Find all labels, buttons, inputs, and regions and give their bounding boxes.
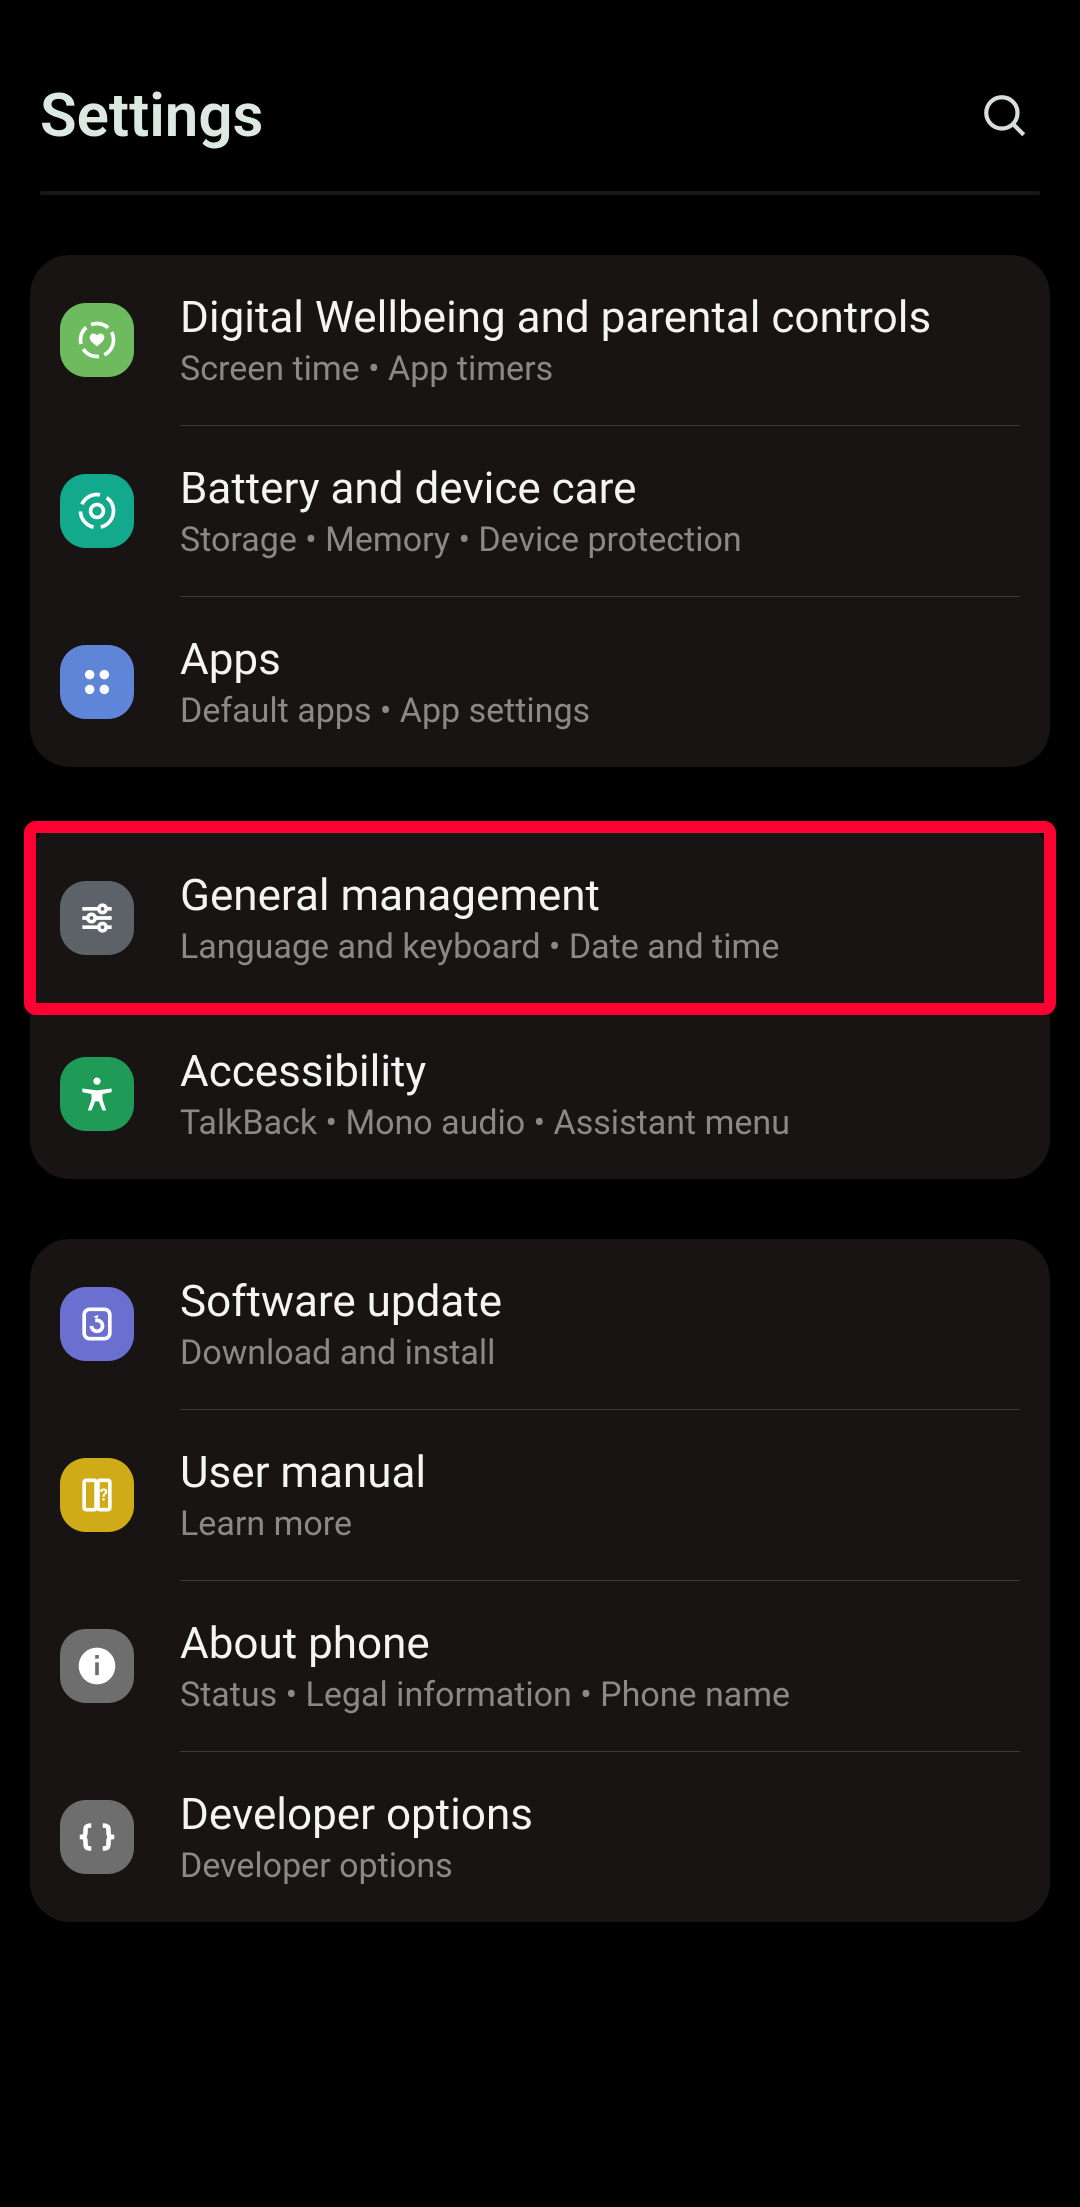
settings-item-general-management[interactable]: General management Language and keyboard … — [36, 833, 1044, 1003]
settings-item-title: Software update — [180, 1275, 1020, 1327]
settings-group: General management Language and keyboard … — [30, 821, 1050, 1179]
settings-item-accessibility[interactable]: Accessibility TalkBack • Mono audio • Ass… — [30, 1009, 1050, 1179]
header-divider — [40, 191, 1040, 195]
braces-icon — [60, 1800, 134, 1874]
apps-icon — [60, 645, 134, 719]
settings-group: Digital Wellbeing and parental controls S… — [30, 255, 1050, 767]
settings-item-subtitle: Language and keyboard • Date and time — [180, 927, 1020, 967]
info-icon — [60, 1629, 134, 1703]
settings-item-subtitle: Storage • Memory • Device protection — [180, 520, 1020, 560]
svg-text:?: ? — [100, 1487, 108, 1506]
settings-item-about-phone[interactable]: About phone Status • Legal information • … — [30, 1581, 1050, 1751]
sliders-icon — [60, 881, 134, 955]
settings-item-title: General management — [180, 869, 1020, 921]
settings-item-subtitle: Status • Legal information • Phone name — [180, 1675, 1020, 1715]
settings-item-subtitle: TalkBack • Mono audio • Assistant menu — [180, 1103, 1020, 1143]
header: Settings — [0, 0, 1080, 191]
settings-item-title: Apps — [180, 633, 1020, 685]
accessibility-icon — [60, 1057, 134, 1131]
settings-item-title: Digital Wellbeing and parental controls — [180, 291, 1020, 343]
settings-item-subtitle: Developer options — [180, 1846, 1020, 1886]
settings-item-title: Battery and device care — [180, 462, 1020, 514]
settings-item-title: Developer options — [180, 1788, 1020, 1840]
settings-item-subtitle: Learn more — [180, 1504, 1020, 1544]
manual-icon: ? — [60, 1458, 134, 1532]
settings-item-apps[interactable]: Apps Default apps • App settings — [30, 597, 1050, 767]
highlight-box: General management Language and keyboard … — [24, 821, 1056, 1015]
settings-item-subtitle: Download and install — [180, 1333, 1020, 1373]
settings-item-digital-wellbeing[interactable]: Digital Wellbeing and parental controls S… — [30, 255, 1050, 425]
wellbeing-icon — [60, 303, 134, 377]
settings-group: Software update Download and install? User… — [30, 1239, 1050, 1922]
search-icon — [980, 91, 1030, 141]
settings-item-battery-care[interactable]: Battery and device care Storage • Memory … — [30, 426, 1050, 596]
settings-item-title: User manual — [180, 1446, 1020, 1498]
settings-item-subtitle: Screen time • App timers — [180, 349, 1020, 389]
settings-item-subtitle: Default apps • App settings — [180, 691, 1020, 731]
update-icon — [60, 1287, 134, 1361]
settings-item-title: About phone — [180, 1617, 1020, 1669]
settings-item-developer-options[interactable]: Developer options Developer options — [30, 1752, 1050, 1922]
settings-item-user-manual[interactable]: ? User manual Learn more — [30, 1410, 1050, 1580]
search-button[interactable] — [970, 81, 1040, 151]
device-care-icon — [60, 474, 134, 548]
settings-item-software-update[interactable]: Software update Download and install — [30, 1239, 1050, 1409]
settings-item-title: Accessibility — [180, 1045, 1020, 1097]
page-title: Settings — [40, 80, 263, 151]
